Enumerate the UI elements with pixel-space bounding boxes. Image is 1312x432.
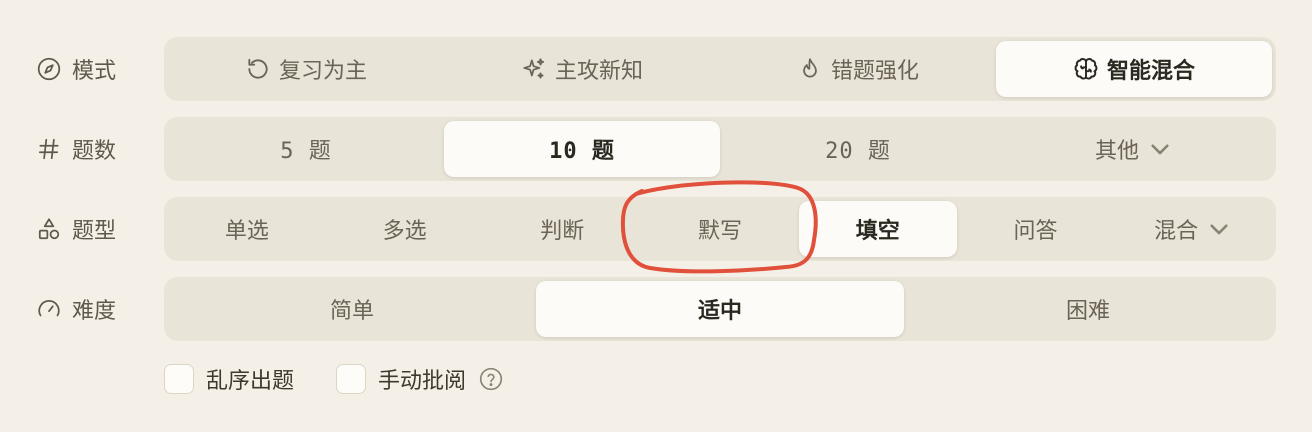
type-option-label: 填空 — [855, 219, 900, 244]
checkbox-box[interactable] — [336, 364, 367, 394]
shapes-icon — [36, 216, 62, 242]
type-option-multiple-choice[interactable]: 多选 — [326, 201, 484, 257]
difficulty-option-hard[interactable]: 困难 — [904, 281, 1272, 337]
extra-options: 乱序出题 手动批阅 — [164, 362, 504, 396]
type-option-qa[interactable]: 问答 — [957, 201, 1115, 257]
type-option-label: 混合 — [1154, 219, 1199, 244]
mode-option-smart-mix[interactable]: 智能混合 — [996, 41, 1272, 97]
type-option-label: 问答 — [1013, 219, 1058, 244]
sparkles-icon — [521, 56, 547, 82]
count-option-other-dropdown[interactable]: 其他 — [996, 121, 1272, 177]
type-option-label: 多选 — [382, 219, 427, 244]
gauge-icon — [36, 296, 62, 322]
manual-review-checkbox[interactable]: 手动批阅 — [336, 363, 504, 395]
difficulty-label: 难度 — [72, 299, 117, 324]
difficulty-option-label: 适中 — [697, 299, 742, 324]
difficulty-row-label: 难度 — [36, 277, 116, 341]
mode-row-label: 模式 — [36, 37, 116, 101]
type-option-mixed-dropdown[interactable]: 混合 — [1114, 201, 1272, 257]
type-option-dictation[interactable]: 默写 — [641, 201, 799, 257]
type-option-label: 单选 — [224, 219, 269, 244]
difficulty-option-medium[interactable]: 适中 — [536, 281, 904, 337]
chevron-down-icon — [1147, 136, 1173, 162]
type-segmented-control: 单选 多选 判断 默写 填空 问答 混合 — [164, 197, 1276, 261]
count-option-label: 20 题 — [825, 139, 891, 164]
count-option-20[interactable]: 20 题 — [720, 121, 996, 177]
difficulty-option-label: 简单 — [329, 299, 374, 324]
type-row-label: 题型 — [36, 197, 116, 261]
mode-option-mistakes[interactable]: 错题强化 — [720, 41, 996, 97]
shuffle-checkbox[interactable]: 乱序出题 — [164, 363, 294, 395]
count-option-label: 10 题 — [549, 139, 615, 164]
type-option-true-false[interactable]: 判断 — [483, 201, 641, 257]
count-row-label: 题数 — [36, 117, 116, 181]
help-circle-icon[interactable] — [478, 366, 504, 392]
type-option-label: 默写 — [698, 219, 743, 244]
mode-label: 模式 — [72, 59, 117, 84]
shuffle-label: 乱序出题 — [206, 369, 295, 394]
mode-option-label: 错题强化 — [830, 59, 919, 84]
difficulty-option-easy[interactable]: 简单 — [168, 281, 536, 337]
manual-review-label: 手动批阅 — [378, 369, 467, 394]
count-option-label: 5 题 — [280, 139, 332, 164]
mode-option-label: 复习为主 — [278, 59, 367, 84]
difficulty-segmented-control: 简单 适中 困难 — [164, 277, 1276, 341]
mode-segmented-control: 复习为主 主攻新知 错题强化 智能混合 — [164, 37, 1276, 101]
quiz-settings-panel: 模式 复习为主 主攻新知 错题强化 智能混合 题数 5 题 10 题 20 题 … — [0, 0, 1312, 432]
count-label: 题数 — [72, 139, 117, 164]
count-option-5[interactable]: 5 题 — [168, 121, 444, 177]
checkbox-box[interactable] — [164, 364, 194, 394]
compass-icon — [36, 56, 62, 82]
count-option-label: 其他 — [1094, 139, 1139, 164]
mode-option-label: 智能混合 — [1106, 59, 1195, 84]
type-label: 题型 — [72, 219, 117, 244]
difficulty-option-label: 困难 — [1065, 299, 1110, 324]
type-option-fill-blank[interactable]: 填空 — [798, 201, 957, 257]
flame-icon — [797, 56, 823, 82]
type-option-label: 判断 — [540, 219, 585, 244]
rotate-ccw-icon — [245, 56, 271, 82]
count-option-10[interactable]: 10 题 — [444, 121, 720, 177]
hash-icon — [36, 136, 62, 162]
mode-option-label: 主攻新知 — [554, 59, 643, 84]
count-segmented-control: 5 题 10 题 20 题 其他 — [164, 117, 1276, 181]
mode-option-new[interactable]: 主攻新知 — [444, 41, 720, 97]
mode-option-review[interactable]: 复习为主 — [168, 41, 444, 97]
chevron-down-icon — [1206, 216, 1232, 242]
type-option-single-choice[interactable]: 单选 — [168, 201, 326, 257]
brain-icon — [1073, 56, 1099, 82]
